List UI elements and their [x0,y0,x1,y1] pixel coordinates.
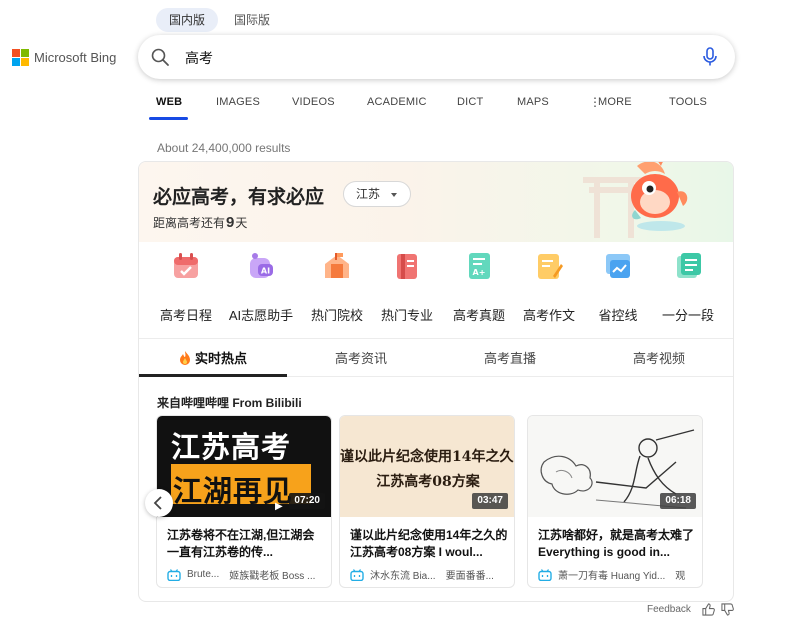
video-meta: 萧一刀有毒 Huang Yid... 观 [538,567,698,582]
ai-assistant-icon: AI [250,253,273,278]
video-channel: 沐水东流 Bia... [370,571,436,582]
video-duration: 03:47 [472,493,508,509]
video-author: 姬族戳老板 Boss ... [229,571,316,582]
chevron-down-icon [391,193,397,197]
video-duration: 06:18 [660,493,696,509]
tool-label: 高考日程 [159,308,212,323]
thumbs-up-icon[interactable] [702,603,715,616]
video-thumbnail[interactable]: 江苏高考 江湖再见 ▶ 07:20 [157,416,331,517]
video-meta: Brute... 姬族戳老板 Boss ... [167,567,327,582]
search-input[interactable]: 高考 [185,48,213,68]
logo-text: Microsoft Bing [34,50,117,65]
chart-line-icon [606,254,630,278]
tabs-top-divider [139,338,733,339]
video-title[interactable]: 谨以此片纪念使用14年之久的江苏高考08方案 I woul... [350,527,508,561]
thumbnail-text: 江苏高考08方案 [376,474,480,490]
tool-label: AI志愿助手 [228,308,294,323]
thumbnail-text: 谨以此片纪念使用14年之久的 [340,449,515,465]
score-table-icon [677,253,701,278]
nav-active-indicator [149,117,188,120]
tool-label: 一分一段 [661,308,714,323]
countdown-suffix: 天 [235,216,248,230]
video-card[interactable]: 06:18 江苏啥都好，就是高考太难了 Everything is good i… [527,415,703,588]
gaokao-card: 必应高考，有求必应 江苏 距离高考还有9天 高考日程 AI AI志愿助手 热门院… [138,161,734,602]
tool-schools[interactable]: 热门院校 [302,250,372,324]
countdown-days: 9 [226,214,235,231]
play-icon: ▶ [275,501,283,512]
video-author: 要面番番... [445,571,494,582]
video-card[interactable]: 谨以此片纪念使用14年之久的 江苏高考08方案 03:47 谨以此片纪念使用14… [339,415,515,588]
essay-icon [538,254,563,279]
tool-label: 热门专业 [380,308,433,323]
tab-active-indicator [139,374,287,377]
tool-label: 高考真题 [452,308,505,323]
tool-score-table[interactable]: 一分一段 [653,250,723,324]
province-select[interactable]: 江苏 [343,181,411,207]
tool-majors[interactable]: 热门专业 [372,250,442,324]
result-count: About 24,400,000 results [157,141,291,155]
tab-label: 实时热点 [194,351,247,366]
microphone-icon[interactable] [701,47,719,67]
video-thumbnail[interactable]: 谨以此片纪念使用14年之久的 江苏高考08方案 03:47 [340,416,515,517]
video-author: 观 [675,571,686,582]
school-icon [325,253,349,278]
countdown-prefix: 距离高考还有 [153,216,226,230]
card-header: 必应高考，有求必应 江苏 距离高考还有9天 [139,162,733,242]
search-icon[interactable] [150,47,170,67]
fire-icon [179,351,190,365]
region-tab-international[interactable]: 国际版 [221,8,283,32]
bing-logo[interactable]: Microsoft Bing [12,49,116,66]
nav-maps[interactable]: MAPS [517,96,549,108]
video-title[interactable]: 江苏卷将不在江湖,但江湖会一直有江苏卷的传... [167,527,325,561]
tab-trending[interactable]: 实时热点 [139,348,287,367]
tool-ai-assistant[interactable]: AI AI志愿助手 [226,250,296,324]
nav-tools[interactable]: TOOLS [669,96,707,108]
tab-videos[interactable]: 高考视频 [585,348,733,367]
svg-text:A+: A+ [473,268,486,277]
tool-label: 热门院校 [310,308,363,323]
search-box[interactable]: 高考 [138,35,735,79]
video-thumbnail[interactable]: 06:18 [528,416,702,517]
tool-essays[interactable]: 高考作文 [514,250,584,324]
exam-paper-icon: A+ [469,253,490,279]
tab-live[interactable]: 高考直播 [436,348,584,367]
source-label: 来自哔哩哔哩 From Bilibili [157,396,302,410]
video-title[interactable]: 江苏啥都好，就是高考太难了 Everything is good in... [538,527,696,561]
card-headline: 必应高考，有求必应 [153,187,325,208]
thumbs-down-icon[interactable] [721,603,734,616]
tool-label: 省控线 [598,308,638,323]
nav-videos[interactable]: VIDEOS [292,96,335,108]
tool-schedule[interactable]: 高考日程 [151,250,221,324]
chevron-left-icon [153,496,162,510]
tool-label: 高考作文 [522,308,575,323]
nav-academic[interactable]: ACADEMIC [367,96,427,108]
bilibili-icon [350,568,364,581]
feedback-link[interactable]: Feedback [647,604,691,615]
tool-control-line[interactable]: 省控线 [583,250,653,324]
nav-dict[interactable]: DICT [457,96,483,108]
video-channel: Brute... [187,569,220,580]
video-meta: 沐水东流 Bia... 要面番番... [350,567,510,582]
video-duration: 07:20 [289,493,325,509]
nav-web[interactable]: WEB [156,96,182,108]
carousel-prev-button[interactable] [145,489,173,517]
province-value: 江苏 [356,187,381,201]
countdown: 距离高考还有9天 [153,214,247,231]
koi-mascot-icon [631,162,688,231]
bilibili-icon [538,568,552,581]
nav-images[interactable]: IMAGES [216,96,260,108]
book-icon [397,254,417,279]
tab-news[interactable]: 高考资讯 [287,348,435,367]
region-tab-domestic[interactable]: 国内版 [156,8,219,32]
thumbnail-text: 江苏高考 [171,430,292,464]
video-card[interactable]: 江苏高考 江湖再见 ▶ 07:20 江苏卷将不在江湖,但江湖会一直有江苏卷的传.… [156,415,332,588]
nav-more[interactable]: MORE [598,96,632,108]
calendar-icon [174,253,198,278]
video-channel: 萧一刀有毒 Huang Yid... [558,571,666,582]
svg-text:AI: AI [261,267,270,276]
tool-exam-papers[interactable]: A+ 高考真题 [444,250,514,324]
bilibili-icon [167,568,181,581]
microsoft-logo-icon [12,49,29,66]
